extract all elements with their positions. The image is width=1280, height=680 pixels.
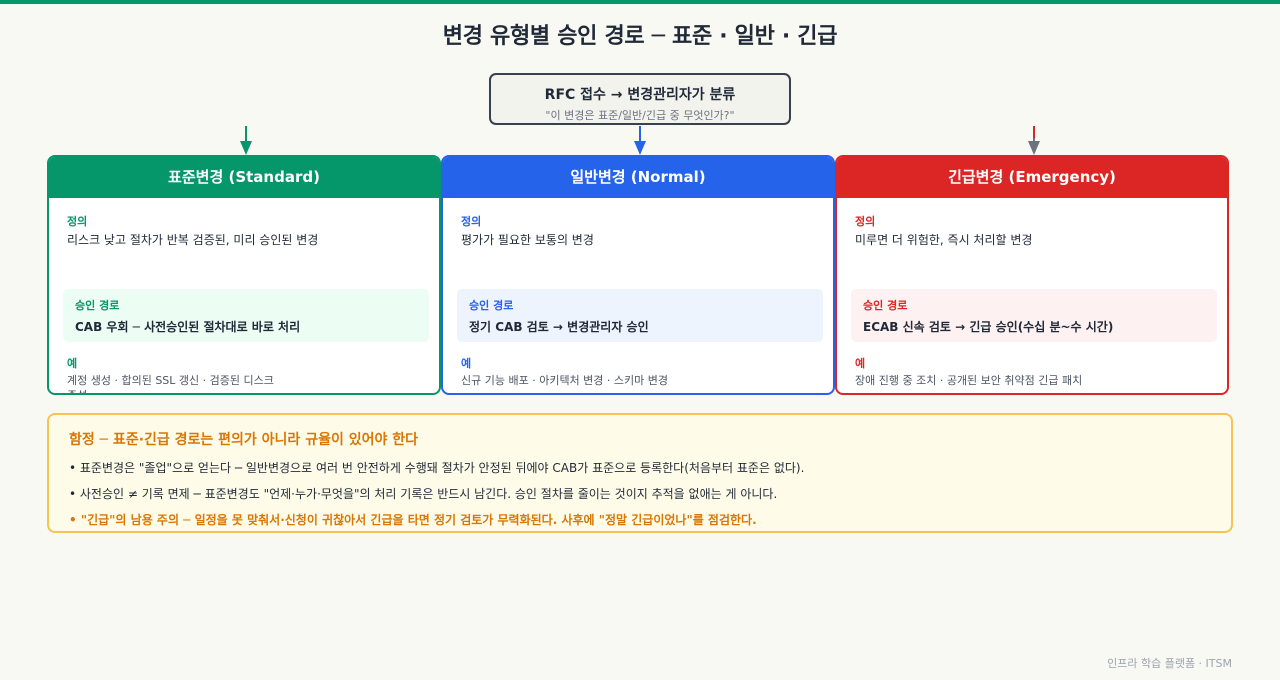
example-text: 계정 생성 · 합의된 SSL 갱신 · 검증된 디스크 증설 bbox=[67, 374, 274, 393]
pitfall-bullet: • 표준변경은 "졸업"으로 얻는다 ─ 일반변경으로 여러 번 안전하게 수행… bbox=[69, 461, 805, 475]
example-label: 예 bbox=[461, 357, 472, 370]
definition-text: 미루면 더 위험한, 즉시 처리할 변경 bbox=[855, 233, 1033, 247]
approval-path-text: CAB 우회 ─ 사전승인된 절차대로 바로 처리 bbox=[75, 320, 301, 334]
example-label: 예 bbox=[67, 357, 78, 370]
definition-text: 리스크 낮고 절차가 반복 검증된, 미리 승인된 변경 bbox=[67, 233, 319, 247]
arrow-to-standard bbox=[240, 126, 252, 155]
pitfall-title: 함정 ─ 표준·긴급 경로는 편의가 아니라 규율이 있어야 한다 bbox=[69, 432, 418, 448]
approval-path-box: 승인 경로 CAB 우회 ─ 사전승인된 절차대로 바로 처리 bbox=[63, 289, 429, 342]
card-emergency: 긴급변경 (Emergency) 정의 미루면 더 위험한, 즉시 처리할 변경… bbox=[835, 155, 1229, 395]
footer-credit: 인프라 학습 플랫폼 · ITSM bbox=[1107, 657, 1232, 670]
card-standard-header: 표준변경 (Standard) bbox=[49, 157, 439, 198]
arrow-to-emergency bbox=[1028, 126, 1040, 155]
example-text: 신규 기능 배포 · 아키텍처 변경 · 스키마 변경 bbox=[461, 374, 669, 387]
pitfall-bullet-warning: • "긴급"의 남용 주의 ─ 일정을 못 맞춰서·신청이 귀찮아서 긴급을 타… bbox=[69, 513, 757, 527]
card-emergency-header: 긴급변경 (Emergency) bbox=[837, 157, 1227, 198]
pitfall-bullet: • 사전승인 ≠ 기록 면제 ─ 표준변경도 "언제·누가·무엇을"의 처리 기… bbox=[69, 487, 778, 501]
definition-label: 정의 bbox=[67, 215, 88, 228]
example-text: 장애 진행 중 조치 · 공개된 보안 취약점 긴급 패치 bbox=[855, 374, 1083, 387]
arrow-to-normal bbox=[634, 126, 646, 155]
approval-path-label: 승인 경로 bbox=[75, 299, 120, 312]
approval-path-text: ECAB 신속 검토 → 긴급 승인(수십 분~수 시간) bbox=[863, 320, 1114, 334]
definition-text: 평가가 필요한 보통의 변경 bbox=[461, 233, 594, 247]
definition-label: 정의 bbox=[855, 215, 876, 228]
card-normal: 일반변경 (Normal) 정의 평가가 필요한 보통의 변경 승인 경로 정기… bbox=[441, 155, 835, 395]
card-normal-header: 일반변경 (Normal) bbox=[443, 157, 833, 198]
definition-label: 정의 bbox=[461, 215, 482, 228]
approval-path-box: 승인 경로 정기 CAB 검토 → 변경관리자 승인 bbox=[457, 289, 823, 342]
example-label: 예 bbox=[855, 357, 866, 370]
card-standard: 표준변경 (Standard) 정의 리스크 낮고 절차가 반복 검증된, 미리… bbox=[47, 155, 441, 395]
approval-path-box: 승인 경로 ECAB 신속 검토 → 긴급 승인(수십 분~수 시간) bbox=[851, 289, 1217, 342]
flow-arrows bbox=[240, 126, 1040, 155]
approval-path-text: 정기 CAB 검토 → 변경관리자 승인 bbox=[469, 320, 649, 334]
pitfall-box: 함정 ─ 표준·긴급 경로는 편의가 아니라 규율이 있어야 한다 • 표준변경… bbox=[47, 413, 1233, 533]
approval-path-label: 승인 경로 bbox=[469, 299, 514, 312]
approval-path-label: 승인 경로 bbox=[863, 299, 908, 312]
